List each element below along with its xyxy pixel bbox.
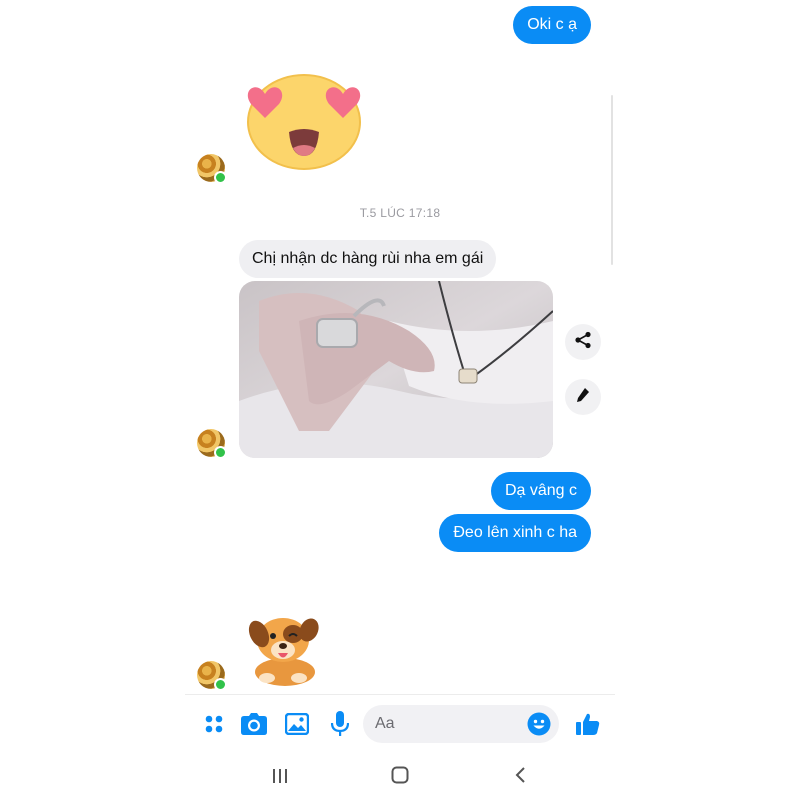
smiley-icon[interactable]	[527, 712, 551, 736]
camera-icon[interactable]	[241, 711, 267, 737]
scrollbar[interactable]	[611, 95, 613, 265]
pencil-icon	[574, 386, 592, 409]
online-indicator	[214, 446, 227, 459]
recent-apps-icon[interactable]	[271, 768, 289, 784]
message-input-container	[363, 705, 559, 743]
microphone-icon[interactable]	[327, 711, 353, 737]
incoming-message[interactable]: Chị nhận dc hàng rùi nha em gái	[239, 240, 497, 278]
thumbs-up-icon[interactable]	[575, 711, 601, 737]
share-button[interactable]	[565, 324, 601, 360]
outgoing-message[interactable]: Oki c ạ	[513, 6, 591, 44]
online-indicator	[214, 171, 227, 184]
shared-photo[interactable]	[239, 281, 553, 458]
composer-toolbar	[185, 694, 615, 755]
contact-avatar[interactable]	[197, 661, 227, 691]
message-timestamp: T.5 LÚC 17:18	[359, 206, 441, 220]
share-icon	[574, 331, 592, 354]
back-icon[interactable]	[514, 766, 528, 784]
message-input[interactable]	[375, 705, 515, 743]
dog-sticker[interactable]	[245, 612, 321, 688]
contact-avatar[interactable]	[197, 429, 227, 459]
system-nav-bar	[185, 755, 615, 800]
edit-button[interactable]	[565, 379, 601, 415]
image-icon[interactable]	[284, 711, 310, 737]
chat-screen: Oki c ạ T.5 LÚC 17:18 Chị nhận dc hàng r…	[185, 0, 615, 800]
heart-eyes-emoji[interactable]	[243, 70, 365, 170]
outgoing-message[interactable]: Dạ vâng c	[490, 472, 591, 510]
outgoing-message[interactable]: Đeo lên xinh c ha	[439, 514, 591, 552]
four-dots-icon[interactable]	[201, 711, 227, 737]
contact-avatar[interactable]	[197, 154, 227, 184]
home-icon[interactable]	[391, 766, 409, 784]
online-indicator	[214, 678, 227, 691]
